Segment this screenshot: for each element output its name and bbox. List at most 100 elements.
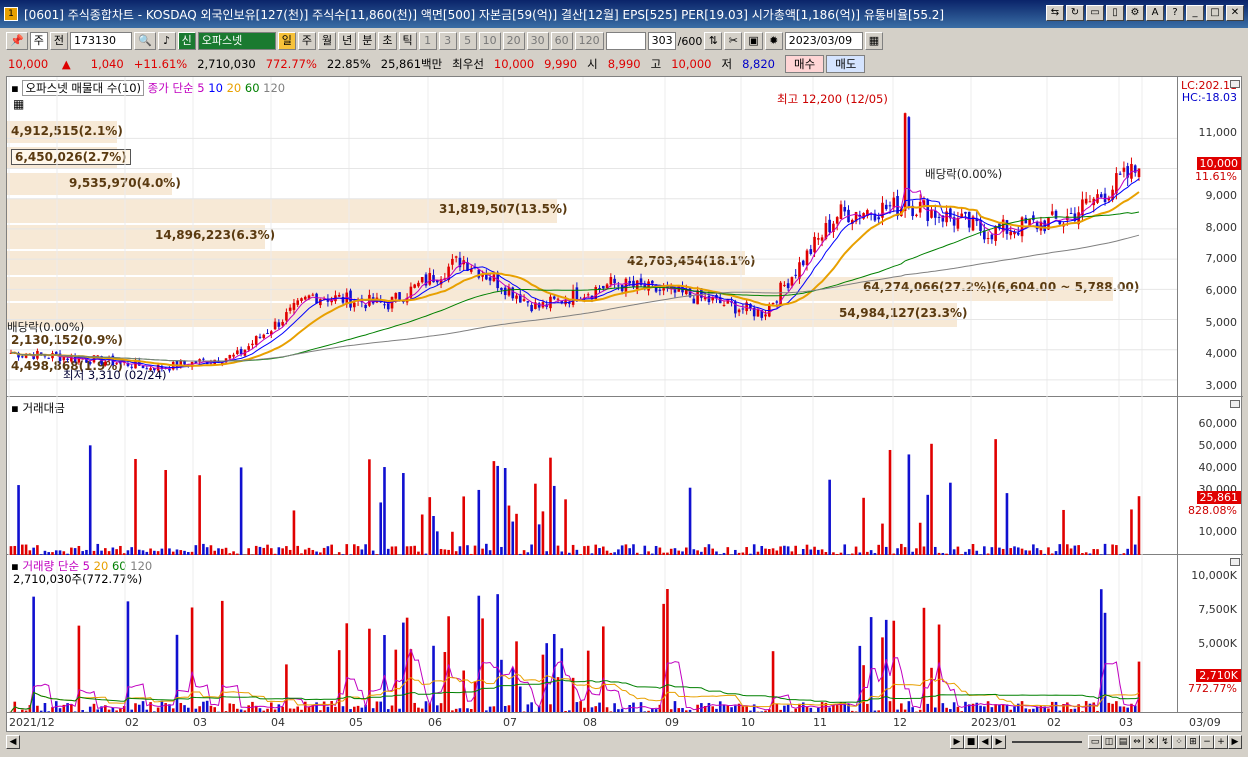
candle-body (337, 294, 341, 297)
pane-close-icon[interactable] (1230, 80, 1240, 88)
x-tick: 03 (1119, 716, 1133, 729)
volume-bar (1032, 544, 1035, 555)
volume-bar (36, 545, 39, 555)
volume-bar (209, 545, 213, 555)
candle-body (994, 225, 997, 241)
volume-bar (356, 546, 360, 555)
volume-bar (500, 546, 503, 555)
stop-icon[interactable]: ■ (964, 735, 978, 749)
date-input[interactable]: 2023/03/09 (784, 32, 863, 50)
candle-body (420, 276, 424, 283)
tool-icon[interactable]: ⇔ (1130, 735, 1144, 749)
lock-icon[interactable]: ▯ (1106, 5, 1124, 21)
interval-10[interactable]: 10 (478, 32, 501, 50)
volume-bar (183, 705, 186, 712)
period-second[interactable]: 초 (378, 32, 397, 50)
interval-input[interactable] (605, 32, 646, 50)
scroll-bar[interactable]: ◀ ▶ ■ ◀ ▶ ▭ ◫ ▤ ⇔ ✕ ↯ ⁘ ⊞ − + ▶ (6, 733, 1242, 751)
interval-1[interactable]: 1 (418, 32, 437, 50)
speaker-icon[interactable]: ♪ (157, 32, 176, 50)
sell-button[interactable]: 매도 (826, 55, 866, 73)
volume-bar (104, 548, 107, 555)
interval-60[interactable]: 60 (550, 32, 573, 50)
step-forward-icon[interactable]: ▶ (992, 735, 1006, 749)
volume-pane[interactable]: ▪ 거래량 단순 5 20 60 120 2,710,030주(772.77%) (7, 555, 1177, 712)
tool-icon[interactable]: ▭ (1088, 735, 1102, 749)
prev-button[interactable]: 전 (49, 32, 68, 50)
compare-icon[interactable]: ✂ (724, 32, 743, 50)
volume-bar (594, 544, 598, 555)
tool-icon[interactable]: ⁘ (1172, 735, 1186, 749)
tool-icon[interactable]: ▤ (1116, 735, 1130, 749)
volume-bar (473, 545, 477, 555)
volume-bar (794, 545, 797, 555)
settings-icon[interactable]: ⚙ (1126, 5, 1144, 21)
volume-bar (141, 701, 145, 712)
period-minute[interactable]: 분 (358, 32, 377, 50)
volume-bar (884, 619, 888, 712)
buy-button[interactable]: 매수 (785, 55, 825, 73)
tool-icon[interactable]: ✕ (1144, 735, 1158, 749)
stock-code-input[interactable]: 173130 (69, 32, 132, 50)
config-icon[interactable]: ✹ (764, 32, 783, 50)
candle-body (907, 117, 911, 208)
interval-120[interactable]: 120 (574, 32, 604, 50)
refresh-icon[interactable]: ↻ (1066, 5, 1084, 21)
maximize-button[interactable]: □ (1206, 5, 1224, 21)
market-type-select[interactable]: 주 (29, 32, 48, 50)
zoom-out-icon[interactable]: − (1200, 735, 1214, 749)
interval-30[interactable]: 30 (526, 32, 549, 50)
period-month[interactable]: 월 (318, 32, 337, 50)
candle-body (488, 277, 492, 281)
save-icon[interactable]: ▣ (744, 32, 763, 50)
search-icon[interactable]: 🔍 (133, 32, 156, 50)
candle-body (764, 314, 767, 317)
candle-body (1099, 194, 1103, 198)
play-icon[interactable]: ▶ (950, 735, 964, 749)
y-tick: 10,000K (1191, 569, 1237, 582)
y-tick: 3,000 (1205, 379, 1238, 392)
window-icon[interactable]: ▭ (1086, 5, 1104, 21)
period-year[interactable]: 년 (338, 32, 357, 50)
step-back-icon[interactable]: ◀ (978, 735, 992, 749)
font-icon[interactable]: A (1146, 5, 1164, 21)
zoom-slider[interactable] (1012, 741, 1082, 743)
volume-bar (292, 510, 296, 555)
chart-area[interactable]: ▪ 오파스넷 매물대 수(10) 종가 단순 5 10 20 60 120 ▦ … (6, 76, 1243, 732)
close-button[interactable]: ✕ (1226, 5, 1244, 21)
price-pane[interactable]: ▪ 오파스넷 매물대 수(10) 종가 단순 5 10 20 60 120 ▦ … (7, 77, 1177, 397)
tool-icon[interactable]: ↯ (1158, 735, 1172, 749)
low-note: 최저 3,310 (02/24) (63, 368, 167, 382)
calendar-icon[interactable]: ▦ (864, 32, 884, 50)
minimize-button[interactable]: _ (1186, 5, 1204, 21)
ma-line-5 (10, 169, 1140, 370)
tool-icon[interactable]: ◫ (1102, 735, 1116, 749)
tool-icon[interactable]: ⊞ (1186, 735, 1200, 749)
volume-bar (915, 548, 918, 555)
ma-line-120 (10, 234, 1140, 362)
volume-bar (534, 483, 537, 555)
amount-pane[interactable]: ▪ 거래대금 (7, 397, 1177, 555)
candle-body (364, 304, 367, 309)
link-icon[interactable]: ⇆ (1046, 5, 1064, 21)
candle-body (511, 287, 515, 299)
interval-3[interactable]: 3 (438, 32, 457, 50)
interval-20[interactable]: 20 (502, 32, 525, 50)
candle-body (239, 349, 243, 354)
pane-close-icon[interactable] (1230, 558, 1240, 566)
pane-close-icon[interactable] (1230, 400, 1240, 408)
count-input[interactable]: 303 (647, 32, 676, 50)
pin-icon[interactable]: 📌 (6, 32, 28, 50)
indicator-icon[interactable]: ⇅ (704, 32, 723, 50)
zoom-in-icon[interactable]: + (1214, 735, 1228, 749)
help-icon[interactable]: ? (1166, 5, 1184, 21)
volume-bar (179, 702, 183, 712)
scroll-left-button[interactable]: ◀ (6, 735, 20, 749)
period-tick[interactable]: 틱 (398, 32, 417, 50)
interval-5[interactable]: 5 (458, 32, 477, 50)
period-week[interactable]: 주 (297, 32, 317, 50)
scroll-right-button[interactable]: ▶ (1228, 735, 1242, 749)
period-day[interactable]: 일 (277, 32, 296, 50)
candle-body (236, 350, 239, 355)
y-tick: 40,000 (1198, 461, 1238, 474)
